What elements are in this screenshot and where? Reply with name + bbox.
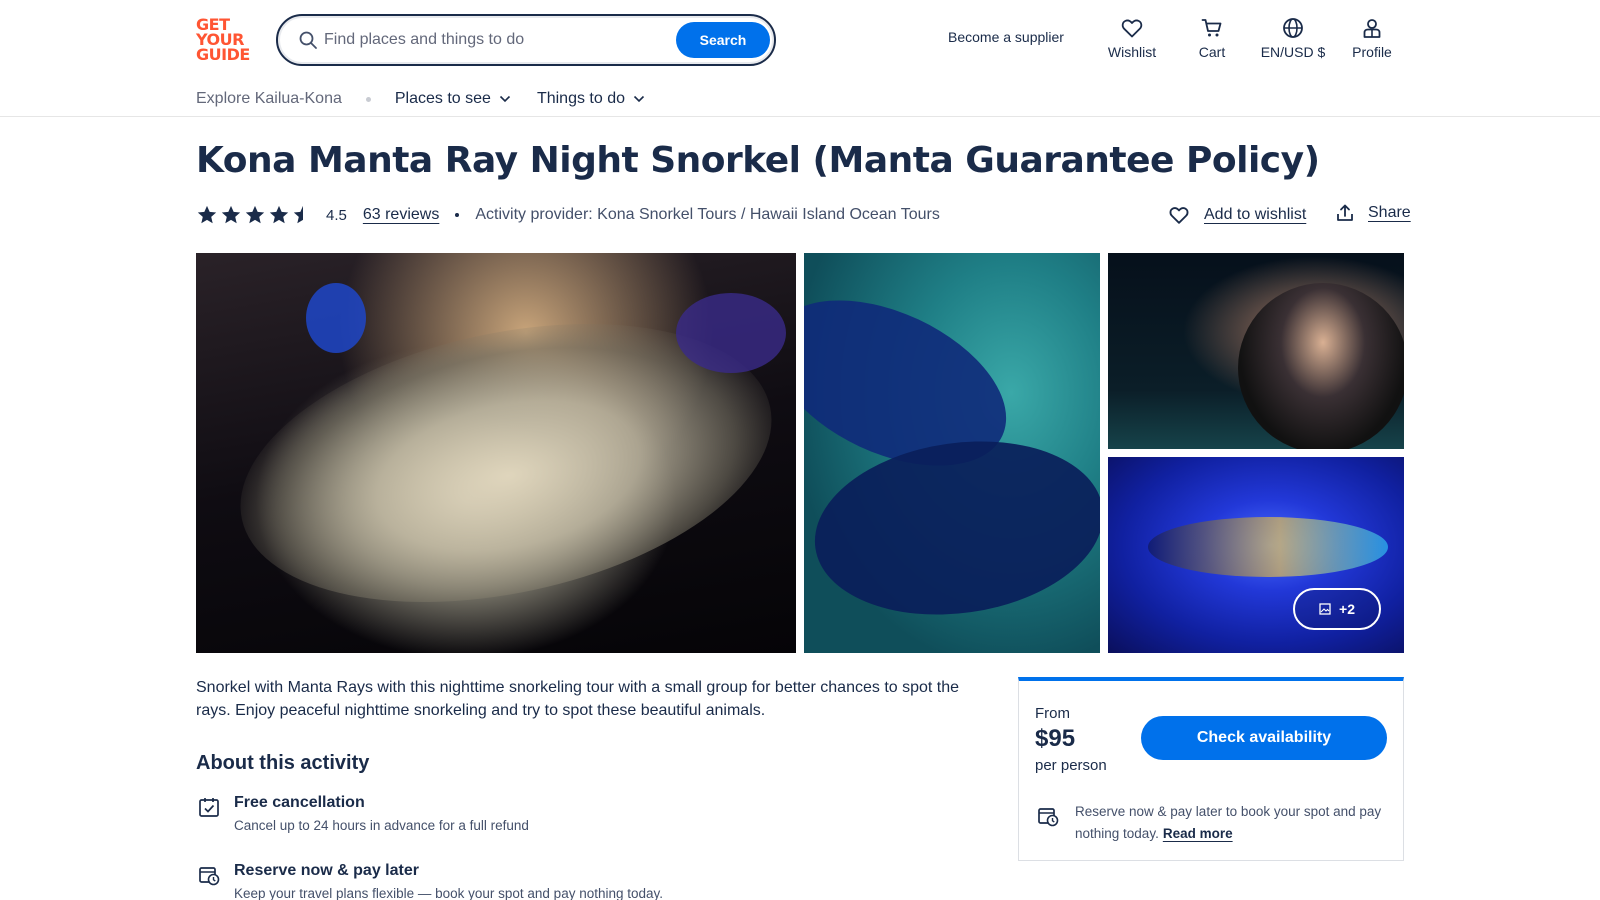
read-more-link[interactable]: Read more: [1163, 826, 1233, 841]
header-wishlist[interactable]: Wishlist: [1097, 16, 1167, 60]
search-button[interactable]: Search: [676, 22, 770, 58]
more-photos-button[interactable]: +2: [1293, 588, 1381, 630]
diver-shape: [306, 283, 366, 353]
star-icon: [293, 205, 303, 224]
separator-dot: [455, 213, 460, 217]
activity-description: Snorkel with Manta Rays with this nightt…: [196, 679, 960, 719]
feature-description: Cancel up to 24 hours in advance for a f…: [234, 818, 529, 833]
gallery-photo-3[interactable]: [1108, 253, 1404, 449]
rating-row: 4.5 63 reviews Activity provider: Kona S…: [196, 202, 940, 228]
pay-later-note: Reserve now & pay later to book your spo…: [1075, 804, 1382, 841]
search-icon: [299, 31, 317, 49]
chevron-down-icon: [499, 95, 511, 103]
feature-title: Reserve now & pay later: [234, 862, 419, 879]
places-to-see-menu[interactable]: Places to see: [395, 90, 511, 108]
globe-icon: [1283, 18, 1303, 38]
manta-ray-shape: [804, 423, 1100, 633]
profile-icon: [1363, 19, 1381, 38]
calendar-clock-icon: [1038, 808, 1059, 827]
about-section-title: About this activity: [196, 752, 370, 774]
star-icon: [245, 205, 265, 224]
check-availability-button[interactable]: Check availability: [1141, 716, 1387, 760]
become-supplier-link[interactable]: Become a supplier: [948, 29, 1064, 45]
calendar-check-icon: [199, 798, 219, 817]
image-icon: [1319, 603, 1331, 615]
add-to-wishlist-button[interactable]: Add to wishlist: [1168, 204, 1306, 226]
activity-title: Kona Manta Ray Night Snorkel (Manta Guar…: [196, 140, 1320, 181]
header-cart[interactable]: Cart: [1177, 16, 1247, 60]
feature-description: Keep your travel plans flexible — book y…: [234, 886, 664, 900]
activity-provider: Activity provider: Kona Snorkel Tours / …: [475, 206, 940, 223]
reviews-link[interactable]: 63 reviews: [363, 206, 439, 224]
header-language-currency[interactable]: EN/USD $: [1257, 16, 1329, 60]
things-to-do-menu[interactable]: Things to do: [537, 90, 645, 108]
people-shape: [1238, 283, 1404, 449]
snorkelers-shape: [1148, 517, 1388, 577]
breadcrumb-nav: Explore Kailua-Kona Places to see Things…: [196, 88, 671, 110]
cart-icon: [1201, 19, 1222, 37]
booking-card: From $95 per person Check availability R…: [1018, 677, 1404, 861]
search-input[interactable]: [324, 26, 654, 54]
heart-icon: [1169, 207, 1189, 224]
calendar-clock-icon: [199, 867, 220, 886]
chevron-down-icon: [633, 95, 645, 103]
search-bar: Search: [276, 14, 776, 66]
getyourguide-logo[interactable]: GET YOUR GUIDE: [196, 17, 254, 63]
feature-title: Free cancellation: [234, 794, 365, 811]
rating-value: 4.5: [326, 206, 347, 224]
explore-link[interactable]: Explore Kailua-Kona: [196, 90, 342, 108]
star-icon: [221, 205, 241, 224]
separator-dot: [365, 96, 371, 102]
heart-icon: [1121, 19, 1143, 38]
price-unit: per person: [1035, 757, 1107, 774]
price-from-label: From: [1035, 705, 1070, 722]
price-value: $95: [1035, 725, 1076, 752]
star-rating: [196, 204, 314, 226]
header-profile[interactable]: Profile: [1337, 16, 1407, 60]
site-header: GET YOUR GUIDE Search Become a supplier …: [0, 0, 1600, 117]
diver-shape: [676, 293, 786, 373]
star-icon: [269, 205, 289, 224]
share-button[interactable]: Share: [1336, 204, 1411, 222]
gallery-photo-2[interactable]: [804, 253, 1100, 653]
share-icon: [1337, 204, 1353, 221]
star-icon: [197, 205, 217, 224]
gallery-photo-main[interactable]: [196, 253, 796, 653]
